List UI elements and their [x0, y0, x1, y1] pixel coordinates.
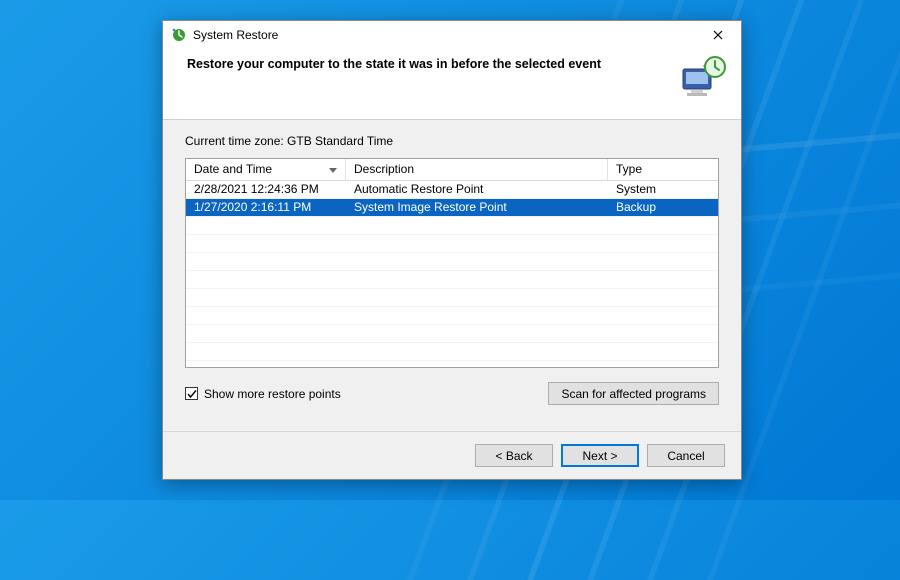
- titlebar: System Restore: [163, 21, 741, 47]
- table-row: [186, 271, 718, 289]
- table-row: [186, 253, 718, 271]
- table-footer-controls: Show more restore points Scan for affect…: [185, 382, 719, 405]
- col-description[interactable]: Description: [346, 159, 608, 180]
- next-button[interactable]: Next >: [561, 444, 639, 467]
- table-header: Date and Time Description Type: [186, 159, 718, 181]
- wizard-body: Current time zone: GTB Standard Time Dat…: [163, 120, 741, 431]
- cell-type: System: [608, 181, 718, 198]
- scan-affected-button[interactable]: Scan for affected programs: [548, 382, 719, 405]
- restore-points-table: Date and Time Description Type 2/28/2021…: [185, 158, 719, 368]
- table-row: [186, 343, 718, 361]
- cell-date: 1/27/2020 2:16:11 PM: [186, 199, 346, 216]
- table-row: [186, 217, 718, 235]
- show-more-label: Show more restore points: [204, 387, 341, 401]
- header-heading: Restore your computer to the state it wa…: [187, 55, 669, 71]
- table-row: [186, 289, 718, 307]
- table-row: [186, 235, 718, 253]
- table-row: [186, 325, 718, 343]
- wizard-header: Restore your computer to the state it wa…: [163, 47, 741, 119]
- table-body: 2/28/2021 12:24:36 PM Automatic Restore …: [186, 181, 718, 367]
- close-icon: [713, 30, 723, 40]
- cell-type: Backup: [608, 199, 718, 216]
- system-restore-dialog: System Restore Restore your computer to …: [162, 20, 742, 480]
- restore-icon: [171, 27, 187, 43]
- timezone-label: Current time zone: GTB Standard Time: [185, 134, 719, 148]
- col-type[interactable]: Type: [608, 159, 718, 180]
- table-row[interactable]: 1/27/2020 2:16:11 PM System Image Restor…: [186, 199, 718, 217]
- close-button[interactable]: [703, 25, 733, 45]
- cell-desc: System Image Restore Point: [346, 199, 608, 216]
- restore-hero-icon: [679, 55, 727, 101]
- table-row: [186, 307, 718, 325]
- col-date[interactable]: Date and Time: [186, 159, 346, 180]
- checkbox-icon: [185, 387, 198, 400]
- wizard-footer: < Back Next > Cancel: [163, 431, 741, 479]
- table-row[interactable]: 2/28/2021 12:24:36 PM Automatic Restore …: [186, 181, 718, 199]
- back-button[interactable]: < Back: [475, 444, 553, 467]
- window-title: System Restore: [193, 28, 278, 42]
- cancel-button[interactable]: Cancel: [647, 444, 725, 467]
- cell-date: 2/28/2021 12:24:36 PM: [186, 181, 346, 198]
- show-more-checkbox[interactable]: Show more restore points: [185, 387, 341, 401]
- cell-desc: Automatic Restore Point: [346, 181, 608, 198]
